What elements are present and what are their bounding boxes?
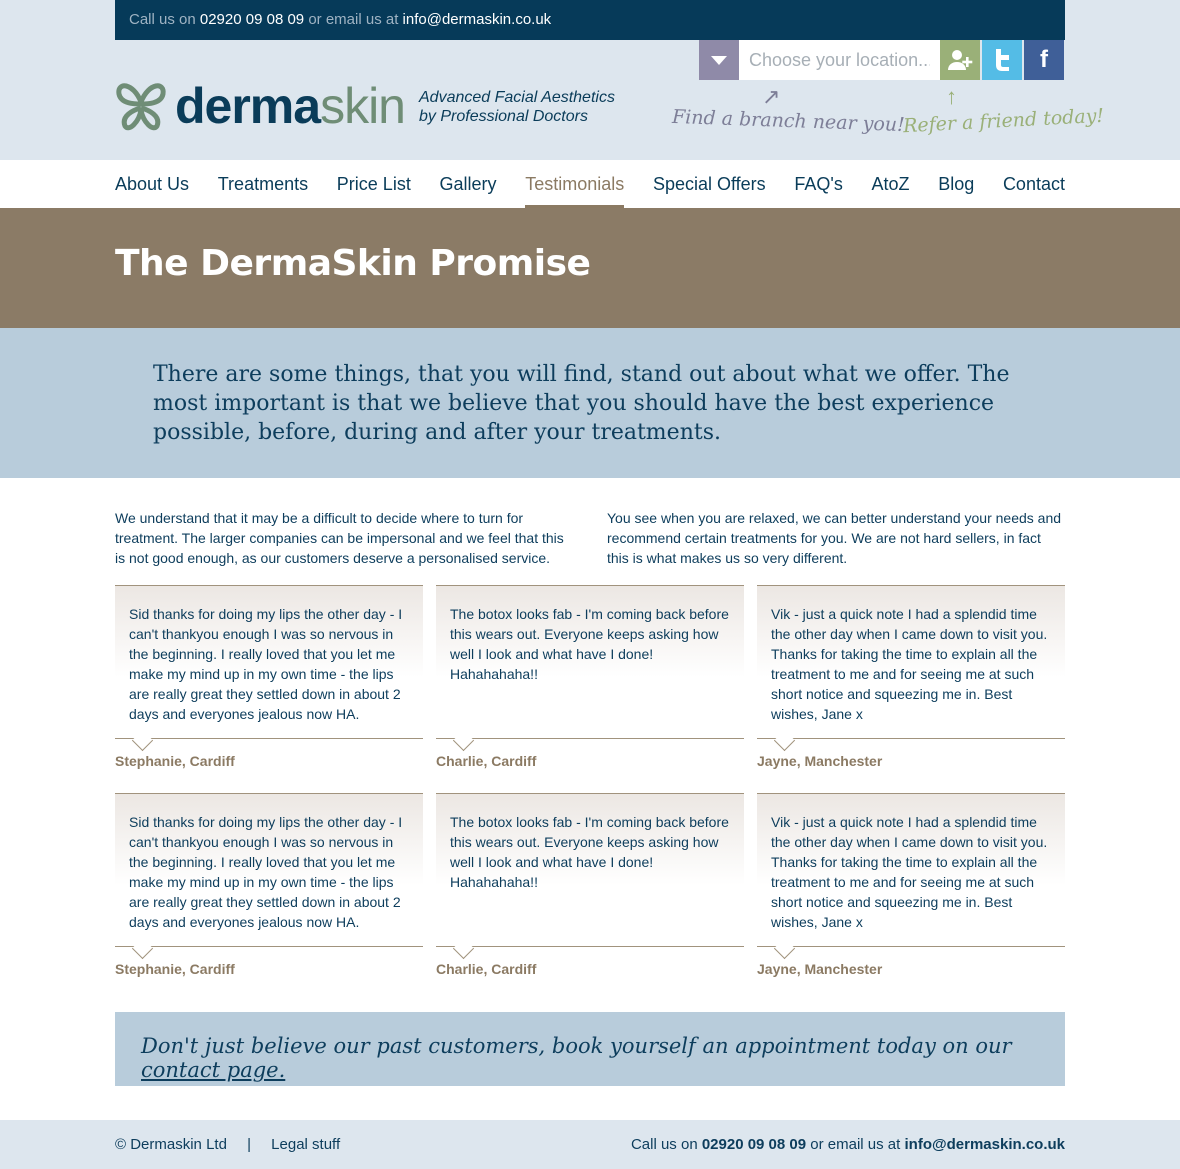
testimonial-text: The botox looks fab - I'm coming back be… [450,606,729,682]
nav-gallery[interactable]: Gallery [440,160,497,208]
speech-notch [131,729,154,752]
testimonial-card: Sid thanks for doing my lips the other d… [115,585,423,769]
footer-phone[interactable]: 02920 09 08 09 [702,1136,806,1153]
testimonial-text: Vik - just a quick note I had a splendid… [771,814,1048,930]
location-toolbar: f [699,40,1064,80]
testimonial-card: The botox looks fab - I'm coming back be… [436,793,744,977]
email-prefix: or email us at [308,11,399,28]
footer-email-prefix: or email us at [810,1136,901,1153]
twitter-button[interactable] [982,40,1022,80]
chevron-down-icon [711,55,727,65]
branch-hint: Find a branch near you! [671,105,906,137]
footer-email[interactable]: info@dermaskin.co.uk [905,1136,1066,1153]
contact-page-link[interactable]: contact page. [141,1058,285,1082]
call-prefix: Call us on [129,11,196,28]
speech-notch [131,937,154,960]
testimonial-quote: Vik - just a quick note I had a splendid… [757,793,1065,960]
copyright: © Dermaskin Ltd [115,1136,227,1153]
testimonial-quote: Vik - just a quick note I had a splendid… [757,585,1065,752]
twitter-icon [996,49,1009,71]
speech-notch [773,937,796,960]
refer-friend-button[interactable] [940,40,980,80]
nav-blog[interactable]: Blog [938,160,974,208]
nav-about-us[interactable]: About Us [115,160,189,208]
body-column-right: You see when you are relaxed, we can bet… [607,510,1062,566]
intro-band: There are some things, that you will fin… [0,328,1180,478]
speech-notch [452,937,475,960]
footer-contact: Call us on 02920 09 08 09 or email us at… [631,1136,1065,1153]
testimonial-card: Sid thanks for doing my lips the other d… [115,793,423,977]
phone-number[interactable]: 02920 09 08 09 [200,11,304,28]
nav-atoz[interactable]: AtoZ [872,160,910,208]
legal-link[interactable]: Legal stuff [271,1136,340,1153]
testimonial-text: Sid thanks for doing my lips the other d… [129,814,403,930]
testimonial-card: Vik - just a quick note I had a splendid… [757,793,1065,977]
footer-left: © Dermaskin Ltd | Legal stuff [115,1136,340,1153]
logo-tagline: Advanced Facial Aesthetics by Profession… [419,88,615,126]
testimonial-author: Charlie, Cardiff [436,961,537,977]
body-column-left: We understand that it may be a difficult… [115,510,564,566]
tagline-line-1: Advanced Facial Aesthetics [419,89,615,106]
testimonial-card: The botox looks fab - I'm coming back be… [436,585,744,769]
cta-message: Don't just believe our past customers, b… [141,1034,1012,1058]
facebook-icon: f [1040,46,1048,73]
cta-text: Don't just believe our past customers, b… [141,1034,1065,1082]
speech-notch [773,729,796,752]
testimonial-author: Jayne, Manchester [757,753,883,769]
nav-contact[interactable]: Contact [1003,160,1065,208]
testimonial-quote: The botox looks fab - I'm coming back be… [436,585,744,752]
nav-price-list[interactable]: Price List [337,160,411,208]
testimonial-author: Stephanie, Cardiff [115,961,235,977]
location-dropdown-button[interactable] [699,40,739,80]
nav-testimonials[interactable]: Testimonials [525,160,625,208]
logo-word-derma: derma [175,78,321,134]
testimonial-text: Vik - just a quick note I had a splendid… [771,606,1048,722]
main-navigation: About Us Treatments Price List Gallery T… [115,160,1065,208]
testimonial-quote: Sid thanks for doing my lips the other d… [115,585,423,752]
butterfly-icon [116,83,166,131]
testimonial-text: Sid thanks for doing my lips the other d… [129,606,403,722]
logo-wordmark: dermaskin [175,78,406,134]
testimonial-quote: The botox looks fab - I'm coming back be… [436,793,744,960]
page-title: The DermaSkin Promise [115,243,591,284]
refer-hint: Refer a friend today! [902,104,1105,138]
logo-word-skin: skin [320,78,406,134]
testimonial-author: Jayne, Manchester [757,961,883,977]
contact-bar: Call us on 02920 09 08 09 or email us at… [115,0,1065,40]
site-footer: © Dermaskin Ltd | Legal stuff Call us on… [0,1120,1180,1169]
arrow-up-icon: ↗ [762,84,781,109]
speech-notch [452,729,475,752]
tagline-line-2: by Professional Doctors [419,108,588,125]
testimonial-card: Vik - just a quick note I had a splendid… [757,585,1065,769]
testimonial-text: The botox looks fab - I'm coming back be… [450,814,729,890]
page-hero: The DermaSkin Promise [0,208,1180,328]
nav-faqs[interactable]: FAQ's [794,160,842,208]
arrow-up-icon: ↑ [946,84,957,109]
call-to-action-banner: Don't just believe our past customers, b… [115,1012,1065,1086]
nav-treatments[interactable]: Treatments [218,160,308,208]
testimonial-author: Stephanie, Cardiff [115,753,235,769]
intro-text: There are some things, that you will fin… [153,362,1010,445]
email-address[interactable]: info@dermaskin.co.uk [403,11,552,28]
nav-special-offers[interactable]: Special Offers [653,160,766,208]
site-logo[interactable]: dermaskin Advanced Facial Aesthetics by … [115,78,615,134]
location-input[interactable] [739,40,940,80]
facebook-button[interactable]: f [1024,40,1064,80]
add-user-icon [948,50,973,70]
main-navigation-bar: About Us Treatments Price List Gallery T… [0,160,1180,208]
footer-separator: | [247,1136,251,1153]
testimonial-author: Charlie, Cardiff [436,753,537,769]
testimonial-quote: Sid thanks for doing my lips the other d… [115,793,423,960]
footer-call-prefix: Call us on [630,1136,698,1153]
